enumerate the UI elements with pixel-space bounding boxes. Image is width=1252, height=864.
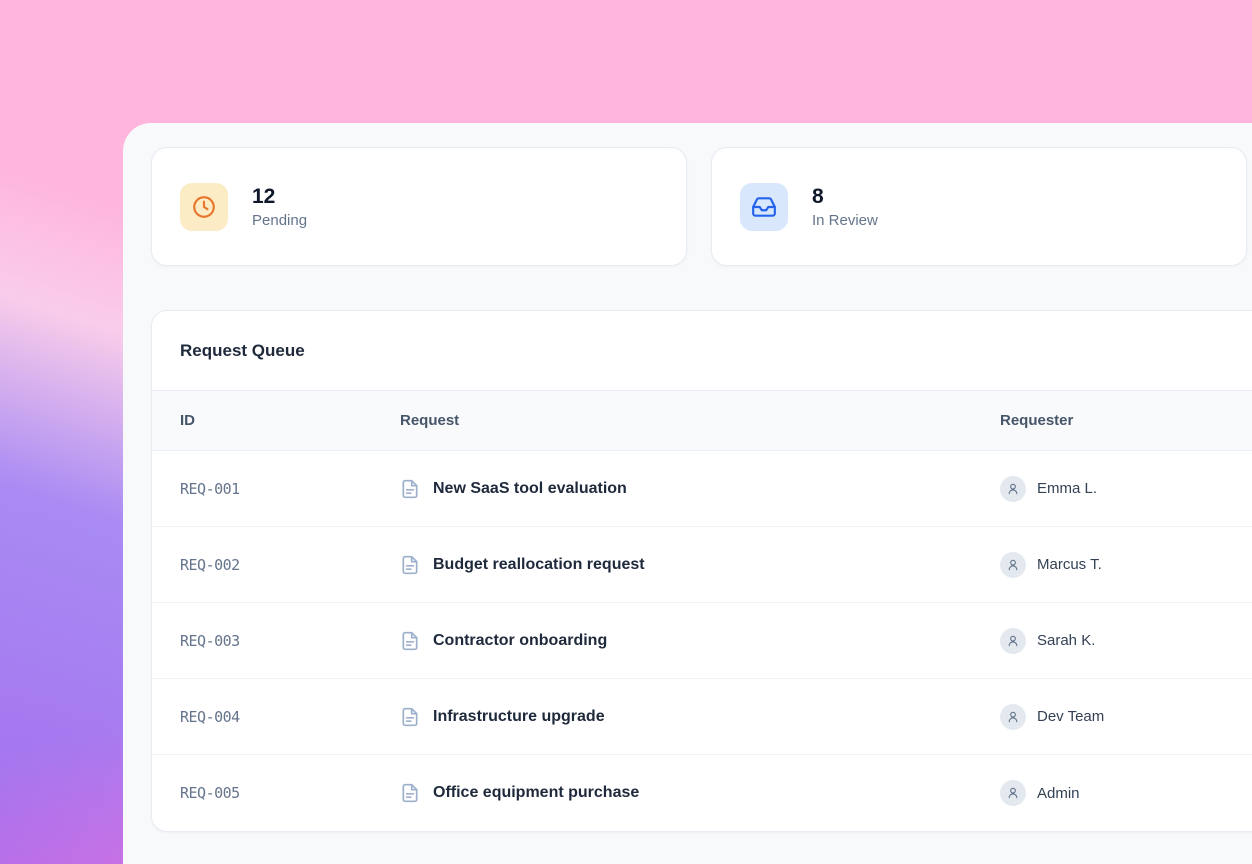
request-title: Budget reallocation request bbox=[433, 556, 645, 574]
requester-cell: Dev Team bbox=[1000, 704, 1252, 730]
requester-name: Sarah K. bbox=[1037, 632, 1095, 649]
request-id: REQ-002 bbox=[180, 556, 400, 574]
stat-card-pending[interactable]: 12 Pending bbox=[151, 147, 687, 266]
column-header-request: Request bbox=[400, 412, 1000, 429]
in-review-count: 8 bbox=[812, 184, 878, 209]
table-row[interactable]: REQ-001 New SaaS tool evaluation Emma L. bbox=[152, 451, 1252, 527]
document-icon bbox=[400, 555, 420, 575]
table-header-row: ID Request Requester bbox=[152, 391, 1252, 451]
table-row[interactable]: REQ-002 Budget reallocation request Marc… bbox=[152, 527, 1252, 603]
requester-name: Emma L. bbox=[1037, 480, 1097, 497]
request-id: REQ-004 bbox=[180, 708, 400, 726]
clock-icon bbox=[191, 194, 217, 220]
clock-icon-tile bbox=[180, 183, 228, 231]
table-row[interactable]: REQ-005 Office equipment purchase Admin bbox=[152, 755, 1252, 831]
request-title: Office equipment purchase bbox=[433, 784, 639, 802]
request-id: REQ-003 bbox=[180, 632, 400, 650]
avatar bbox=[1000, 552, 1026, 578]
column-header-id: ID bbox=[180, 412, 400, 429]
requester-cell: Emma L. bbox=[1000, 476, 1252, 502]
request-id: REQ-005 bbox=[180, 784, 400, 802]
request-cell: Budget reallocation request bbox=[400, 555, 1000, 575]
inbox-icon bbox=[751, 194, 777, 220]
request-cell: Contractor onboarding bbox=[400, 631, 1000, 651]
main-panel: 12 Pending 8 In Review Request Queue bbox=[123, 123, 1252, 864]
request-title: New SaaS tool evaluation bbox=[433, 480, 627, 498]
avatar bbox=[1000, 704, 1026, 730]
requester-name: Marcus T. bbox=[1037, 556, 1102, 573]
requester-cell: Marcus T. bbox=[1000, 552, 1252, 578]
request-id: REQ-001 bbox=[180, 480, 400, 498]
table-row[interactable]: REQ-003 Contractor onboarding Sarah K. bbox=[152, 603, 1252, 679]
requester-name: Dev Team bbox=[1037, 708, 1104, 725]
inbox-icon-tile bbox=[740, 183, 788, 231]
request-title: Infrastructure upgrade bbox=[433, 708, 605, 726]
table-title: Request Queue bbox=[180, 341, 305, 361]
request-queue-card: Request Queue ID Request Requester REQ-0… bbox=[151, 310, 1252, 832]
pending-count: 12 bbox=[252, 184, 307, 209]
stats-row: 12 Pending 8 In Review bbox=[151, 147, 1252, 266]
request-title: Contractor onboarding bbox=[433, 632, 607, 650]
document-icon bbox=[400, 783, 420, 803]
in-review-label: In Review bbox=[812, 212, 878, 229]
avatar bbox=[1000, 628, 1026, 654]
stat-text-pending: 12 Pending bbox=[252, 184, 307, 229]
avatar bbox=[1000, 780, 1026, 806]
document-icon bbox=[400, 707, 420, 727]
request-cell: New SaaS tool evaluation bbox=[400, 479, 1000, 499]
table-row[interactable]: REQ-004 Infrastructure upgrade Dev Team bbox=[152, 679, 1252, 755]
requester-name: Admin bbox=[1037, 785, 1080, 802]
table-title-bar: Request Queue bbox=[152, 311, 1252, 391]
request-cell: Office equipment purchase bbox=[400, 783, 1000, 803]
column-header-requester: Requester bbox=[1000, 412, 1252, 429]
requester-cell: Sarah K. bbox=[1000, 628, 1252, 654]
pending-label: Pending bbox=[252, 212, 307, 229]
avatar bbox=[1000, 476, 1026, 502]
request-cell: Infrastructure upgrade bbox=[400, 707, 1000, 727]
stat-text-in-review: 8 In Review bbox=[812, 184, 878, 229]
document-icon bbox=[400, 479, 420, 499]
stat-card-in-review[interactable]: 8 In Review bbox=[711, 147, 1247, 266]
requester-cell: Admin bbox=[1000, 780, 1252, 806]
document-icon bbox=[400, 631, 420, 651]
